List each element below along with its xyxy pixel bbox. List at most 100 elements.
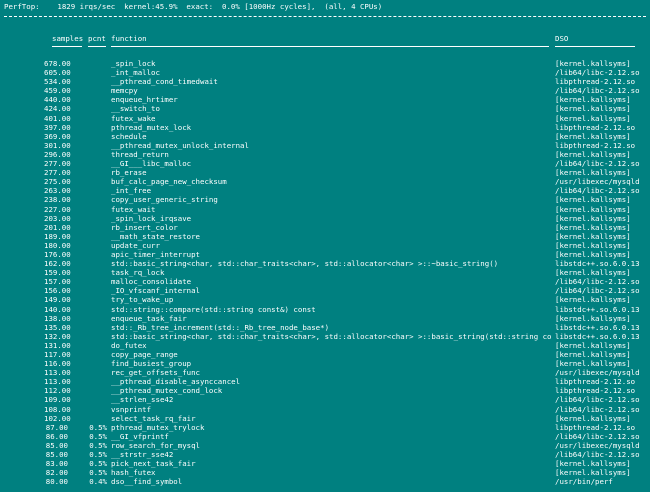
table-row: 369.00 schedule [kernel.kallsyms] [0,132,650,141]
table-row: 440.00 enqueue_hrtimer [kernel.kallsyms] [0,95,650,104]
samples-cell: 108.00 [44,404,71,414]
function-cell: __pthread_mutex_unlock_internal [111,140,249,150]
dso-cell: [kernel.kallsyms] [555,295,631,305]
table-row: 85.00 0.5% __strstr_sse42/lib64/libc-2.12.… [0,450,650,459]
dso-cell: libstdc++.so.6.0.13 [555,259,640,269]
dso-cell: /lib64/libc-2.12.so [555,431,640,441]
table-row: 275.00 buf_calc_page_new_checksum/usr/lib… [0,177,650,186]
samples-cell: 401.00 [44,113,71,123]
dso-cell: [kernel.kallsyms] [555,204,631,214]
samples-cell: 162.00 [44,259,71,269]
table-row: 83.00 0.5% pick_next_task_fair [kernel.kall… [0,459,650,468]
dso-cell: /lib64/libc-2.12.so [555,286,640,296]
samples-cell: 135.00 [44,322,71,332]
function-cell: try_to_wake_up [111,295,174,305]
table-row: 180.00 update_curr [kernel.kallsyms] [0,241,650,250]
samples-cell: 238.00 [44,195,71,205]
column-header-pcnt: pcnt [88,34,106,43]
function-cell: find_busiest_group [111,359,192,369]
function-cell: copy_user_generic_string [111,195,218,205]
samples-cell: 159.00 [44,268,71,278]
dso-cell: [kernel.kallsyms] [555,313,631,323]
samples-cell: 296.00 [44,149,71,159]
dso-cell: [kernel.kallsyms] [555,240,631,250]
table-row: 117.00 copy_page_range [kernel.kallsyms] [0,350,650,359]
samples-cell: 85.00 [45,440,68,450]
table-row: 135.00 std::_Rb_tree_increment(std::_Rb_t… [0,323,650,332]
function-cell: std::basic_string<char, std::char_traits… [111,259,499,269]
samples-cell: 301.00 [44,140,71,150]
table-row: 140.00 std::string::compare(std::string c… [0,305,650,314]
function-cell: futex_wake [111,113,156,123]
samples-cell: 180.00 [44,240,71,250]
function-cell: __GI___libc_malloc [111,159,192,169]
function-cell: rb_insert_color [111,222,178,232]
samples-cell: 140.00 [44,304,71,314]
table-row: 80.00 0.4% dso__find_symbol/usr/bin/perf [0,477,650,486]
function-cell: __switch_to [111,104,160,114]
dso-cell: libpthread-2.12.so [555,386,636,396]
samples-cell: 117.00 [44,350,71,359]
samples-cell: 149.00 [44,295,71,305]
samples-cell: 605.00 [44,68,71,78]
samples-cell: 397.00 [44,122,71,132]
pcnt-cell: 0.5% [89,468,107,478]
pcnt-cell: 0.5% [89,431,107,441]
dso-cell: /usr/bin/perf [555,477,613,487]
function-cell: copy_page_range [111,350,178,359]
function-cell: _spin_lock [111,59,156,68]
dso-cell: /lib64/libc-2.12.so [555,86,640,96]
table-row: 605.00 _int_malloc/lib64/libc-2.12.so [0,68,650,77]
dso-cell: [kernel.kallsyms] [555,350,631,359]
samples-cell: 102.00 [44,413,71,423]
dso-cell: /usr/libexec/mysqld [555,368,640,378]
dso-cell: libpthread-2.12.so [555,140,636,150]
dso-cell: libstdc++.so.6.0.13 [555,304,640,314]
samples-cell: 440.00 [44,95,71,105]
function-underline [111,46,549,47]
table-row: 277.00 rb_erase [kernel.kallsyms] [0,168,650,177]
dso-cell: /usr/libexec/mysqld [555,177,640,187]
table-row: 227.00 futex_wait [kernel.kallsyms] [0,205,650,214]
samples-cell: 459.00 [44,86,71,96]
function-cell: pthread_mutex_lock [111,122,192,132]
samples-cell: 80.00 [45,477,68,487]
function-cell: futex_wait [111,204,156,214]
function-cell: thread_return [111,149,169,159]
function-cell: __strlen_sse42 [111,395,174,405]
samples-cell: 113.00 [44,368,71,378]
function-cell: __pthread_cond_timedwait [111,77,218,87]
dso-cell: libstdc++.so.6.0.13 [555,322,640,332]
dso-cell: [kernel.kallsyms] [555,249,631,259]
samples-cell: 86.00 [45,431,68,441]
symbol-table: 678.00 _spin_lock [kernel.kallsyms] 605.00 _… [0,59,650,486]
dso-cell: /lib64/libc-2.12.so [555,68,640,78]
dso-cell: /lib64/libc-2.12.so [555,450,640,460]
function-cell: std::string::compare(std::string const&)… [111,304,316,314]
samples-cell: 138.00 [44,313,71,323]
table-row: 113.00 __pthread_disable_asynccancel libpt… [0,377,650,386]
table-row: 678.00 _spin_lock [kernel.kallsyms] [0,59,650,68]
dso-cell: [kernel.kallsyms] [555,268,631,278]
dso-cell: /lib64/libc-2.12.so [555,159,640,169]
table-row: 85.00 0.5% row_search_for_mysql/usr/libexe… [0,441,650,450]
table-row: 397.00 pthread_mutex_lock libpthread-2.12.… [0,123,650,132]
samples-cell: 85.00 [45,450,68,460]
dso-cell: [kernel.kallsyms] [555,59,631,68]
perftop-status-line: PerfTop: 1829 irqs/sec kernel:45.9% exac… [4,2,383,11]
table-row: 82.00 0.5% hash_futex [kernel.kallsyms] [0,468,650,477]
function-cell: malloc_consolidate [111,277,192,287]
samples-cell: 263.00 [44,186,71,196]
dso-cell: [kernel.kallsyms] [555,113,631,123]
dso-cell: [kernel.kallsyms] [555,359,631,369]
samples-cell: 227.00 [44,204,71,214]
pcnt-cell: 0.5% [89,440,107,450]
function-cell: vsnprintf [111,404,152,414]
dso-cell: libpthread-2.12.so [555,422,636,432]
dso-cell: [kernel.kallsyms] [555,168,631,178]
function-cell: enqueue_hrtimer [111,95,178,105]
function-cell: __GI_vfprintf [111,431,169,441]
function-cell: task_rq_lock [111,268,165,278]
dso-cell: libpthread-2.12.so [555,377,636,387]
function-cell: _IO_vfscanf_internal [111,286,200,296]
